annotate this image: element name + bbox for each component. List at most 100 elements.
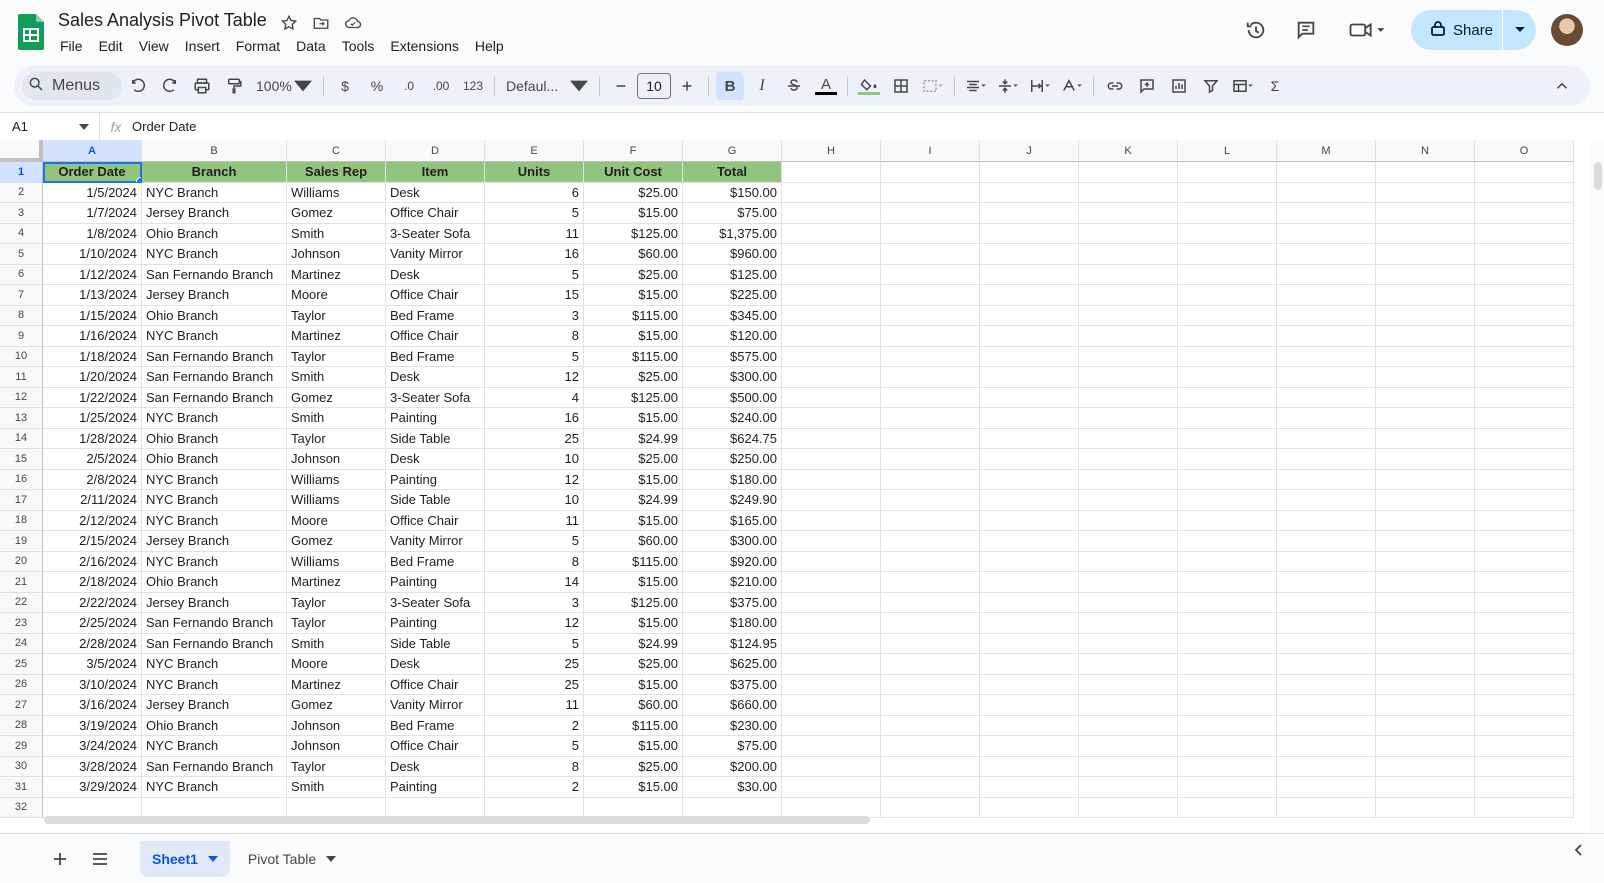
cell-e14[interactable]: 25 — [485, 428, 584, 449]
cell-l27[interactable] — [1178, 695, 1277, 716]
italic-button[interactable]: I — [748, 72, 776, 100]
cell-b25[interactable]: NYC Branch — [142, 654, 287, 675]
cell-b18[interactable]: NYC Branch — [142, 510, 287, 531]
cell-h27[interactable] — [782, 695, 881, 716]
cell-b1[interactable]: Branch — [142, 162, 287, 183]
column-header-l[interactable]: L — [1178, 140, 1277, 162]
cell-d26[interactable]: Office Chair — [386, 674, 485, 695]
menu-help[interactable]: Help — [467, 36, 512, 56]
cell-g7[interactable]: $225.00 — [683, 285, 782, 306]
cell-o20[interactable] — [1475, 551, 1574, 572]
cell-g22[interactable]: $375.00 — [683, 592, 782, 613]
fill-color-icon[interactable] — [855, 72, 883, 100]
cell-a10[interactable]: 1/18/2024 — [43, 346, 142, 367]
cell-h15[interactable] — [782, 449, 881, 470]
cell-e2[interactable]: 6 — [485, 182, 584, 203]
cell-g9[interactable]: $120.00 — [683, 326, 782, 347]
cell-n29[interactable] — [1376, 736, 1475, 757]
column-header-g[interactable]: G — [683, 140, 782, 162]
cell-c16[interactable]: Williams — [287, 469, 386, 490]
cell-j7[interactable] — [980, 285, 1079, 306]
cell-o28[interactable] — [1475, 715, 1574, 736]
cell-h6[interactable] — [782, 264, 881, 285]
cell-d23[interactable]: Painting — [386, 613, 485, 634]
menu-data[interactable]: Data — [288, 36, 334, 56]
cell-l9[interactable] — [1178, 326, 1277, 347]
cell-d1[interactable]: Item — [386, 162, 485, 183]
cell-k29[interactable] — [1079, 736, 1178, 757]
cell-o6[interactable] — [1475, 264, 1574, 285]
cell-j25[interactable] — [980, 654, 1079, 675]
cell-h25[interactable] — [782, 654, 881, 675]
cell-g6[interactable]: $125.00 — [683, 264, 782, 285]
sheet-tab[interactable]: Sheet1 — [140, 840, 230, 877]
cell-m30[interactable] — [1277, 756, 1376, 777]
cell-b10[interactable]: San Fernando Branch — [142, 346, 287, 367]
cell-h17[interactable] — [782, 490, 881, 511]
cell-n7[interactable] — [1376, 285, 1475, 306]
search-menus[interactable]: Menus — [22, 72, 122, 100]
column-header-e[interactable]: E — [485, 140, 584, 162]
cell-f29[interactable]: $15.00 — [584, 736, 683, 757]
cell-m8[interactable] — [1277, 305, 1376, 326]
insert-chart-icon[interactable] — [1165, 72, 1193, 100]
cell-h8[interactable] — [782, 305, 881, 326]
cell-l22[interactable] — [1178, 592, 1277, 613]
cell-h14[interactable] — [782, 428, 881, 449]
cell-d2[interactable]: Desk — [386, 182, 485, 203]
cell-b4[interactable]: Ohio Branch — [142, 223, 287, 244]
cell-m13[interactable] — [1277, 408, 1376, 429]
cell-i4[interactable] — [881, 223, 980, 244]
cell-a3[interactable]: 1/7/2024 — [43, 203, 142, 224]
cell-a2[interactable]: 1/5/2024 — [43, 182, 142, 203]
cell-f16[interactable]: $15.00 — [584, 469, 683, 490]
cell-l4[interactable] — [1178, 223, 1277, 244]
cell-a12[interactable]: 1/22/2024 — [43, 387, 142, 408]
cell-d24[interactable]: Side Table — [386, 633, 485, 654]
column-header-j[interactable]: J — [980, 140, 1079, 162]
cell-h1[interactable] — [782, 162, 881, 183]
cell-d9[interactable]: Office Chair — [386, 326, 485, 347]
cell-c14[interactable]: Taylor — [287, 428, 386, 449]
cell-d3[interactable]: Office Chair — [386, 203, 485, 224]
cell-m1[interactable] — [1277, 162, 1376, 183]
comments-icon[interactable] — [1292, 16, 1320, 44]
move-folder-icon[interactable] — [310, 12, 332, 34]
version-history-icon[interactable] — [1242, 16, 1270, 44]
cell-l10[interactable] — [1178, 346, 1277, 367]
row-header[interactable]: 31 — [0, 777, 43, 798]
cell-i20[interactable] — [881, 551, 980, 572]
cell-l31[interactable] — [1178, 777, 1277, 798]
cell-a27[interactable]: 3/16/2024 — [43, 695, 142, 716]
cell-k2[interactable] — [1079, 182, 1178, 203]
cell-k6[interactable] — [1079, 264, 1178, 285]
cell-n21[interactable] — [1376, 572, 1475, 593]
row-header[interactable]: 26 — [0, 674, 43, 695]
cell-f23[interactable]: $15.00 — [584, 613, 683, 634]
cell-g8[interactable]: $345.00 — [683, 305, 782, 326]
cell-j22[interactable] — [980, 592, 1079, 613]
cell-g15[interactable]: $250.00 — [683, 449, 782, 470]
cell-i29[interactable] — [881, 736, 980, 757]
cell-d15[interactable]: Desk — [386, 449, 485, 470]
cell-a8[interactable]: 1/15/2024 — [43, 305, 142, 326]
share-dropdown-icon[interactable] — [1503, 10, 1536, 50]
cell-n20[interactable] — [1376, 551, 1475, 572]
cell-l23[interactable] — [1178, 613, 1277, 634]
cell-k5[interactable] — [1079, 244, 1178, 265]
cell-c10[interactable]: Taylor — [287, 346, 386, 367]
formula-input[interactable]: Order Date — [132, 119, 196, 134]
cell-j10[interactable] — [980, 346, 1079, 367]
cell-b14[interactable]: Ohio Branch — [142, 428, 287, 449]
cell-m27[interactable] — [1277, 695, 1376, 716]
cell-a6[interactable]: 1/12/2024 — [43, 264, 142, 285]
cell-g12[interactable]: $500.00 — [683, 387, 782, 408]
cell-n14[interactable] — [1376, 428, 1475, 449]
cell-m5[interactable] — [1277, 244, 1376, 265]
cell-a31[interactable]: 3/29/2024 — [43, 777, 142, 798]
cell-a13[interactable]: 1/25/2024 — [43, 408, 142, 429]
cell-m32[interactable] — [1277, 797, 1376, 818]
column-header-d[interactable]: D — [386, 140, 485, 162]
cell-o2[interactable] — [1475, 182, 1574, 203]
row-header[interactable]: 27 — [0, 695, 43, 716]
